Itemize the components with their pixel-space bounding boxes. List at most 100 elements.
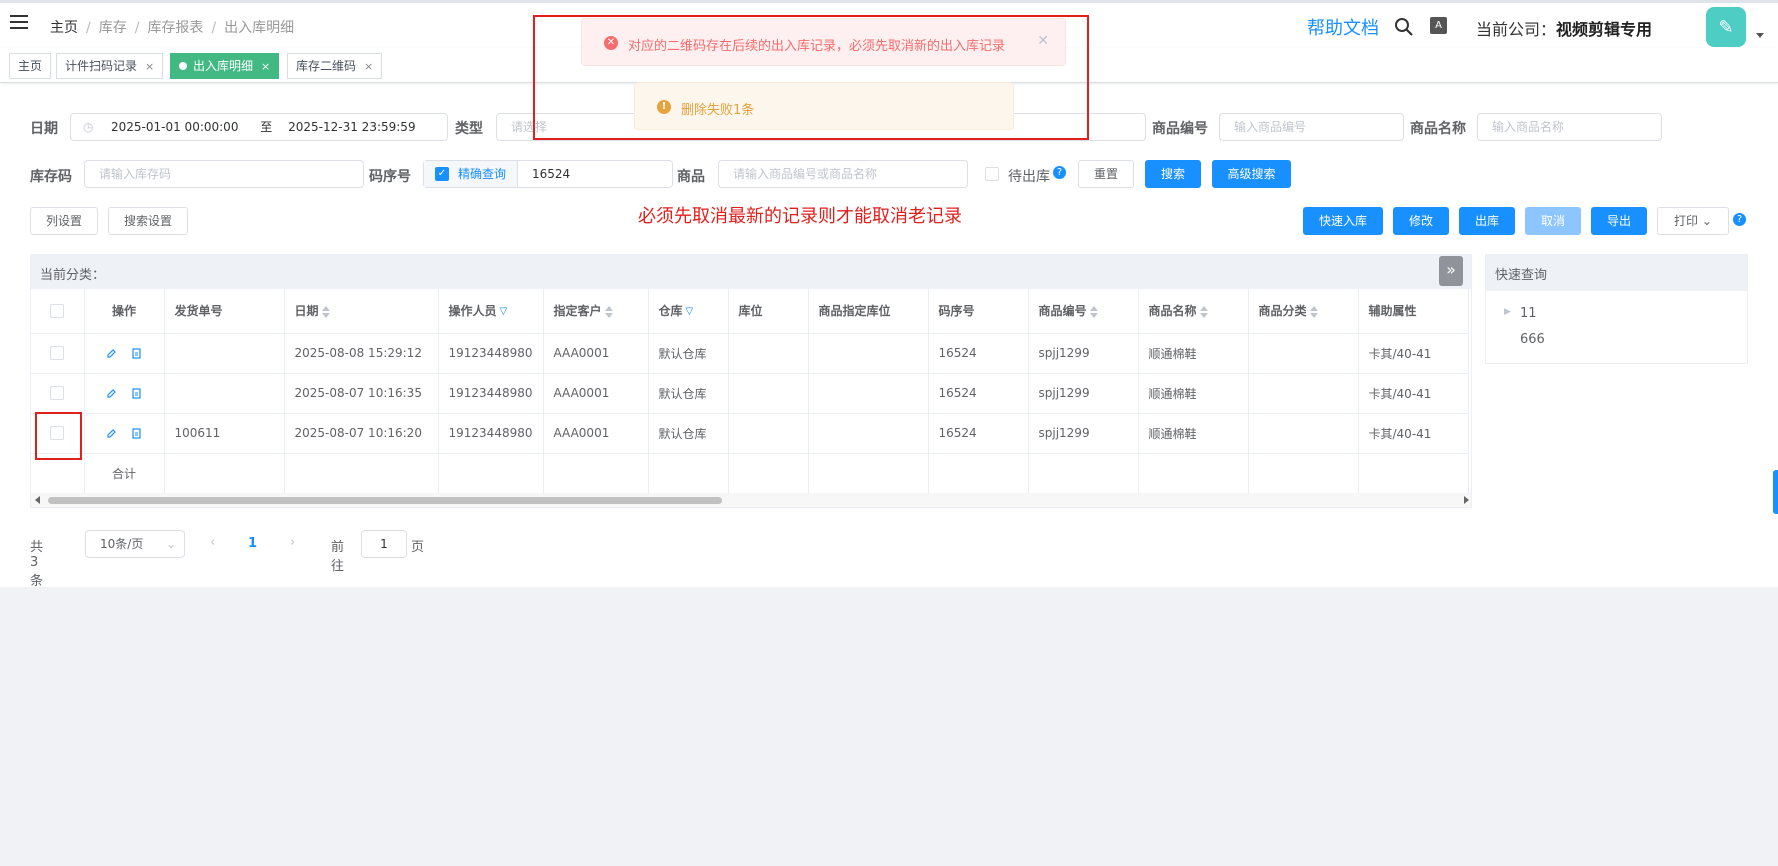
quick-query-panel: 快速查询 ▶ 11 666	[1485, 254, 1748, 364]
caret-down-icon[interactable]	[1756, 33, 1764, 38]
cell-assigned-location	[808, 373, 929, 414]
row-checkbox[interactable]	[50, 346, 65, 361]
quick-query-item[interactable]: 666	[1520, 332, 1545, 347]
quick-query-title: 快速查询	[1486, 255, 1747, 291]
sort-icon[interactable]	[321, 305, 330, 318]
side-drawer-handle[interactable]	[1773, 470, 1778, 514]
col-location: 库位	[728, 289, 809, 334]
help-docs-link[interactable]: 帮助文档	[1307, 14, 1379, 40]
row-checkbox[interactable]	[50, 386, 65, 401]
cell-product-name: 顺通棉鞋	[1138, 373, 1249, 414]
caret-right-icon[interactable]: ▶	[1504, 307, 1511, 317]
product-input[interactable]: 请输入商品编号或商品名称	[718, 160, 968, 188]
goto-page-input[interactable]: 1	[361, 530, 407, 558]
tag-home[interactable]: 主页	[9, 53, 52, 79]
outbound-button[interactable]: 出库	[1459, 207, 1515, 235]
col-date[interactable]: 日期	[284, 289, 439, 334]
table-row[interactable]: 2025-08-08 15:29:12 19123448980 AAA0001 …	[31, 333, 1469, 374]
filter-chevron-icon[interactable]: ▽	[686, 306, 694, 317]
cell-ship-no	[164, 373, 285, 414]
col-category[interactable]: 商品分类	[1248, 289, 1359, 334]
col-customer[interactable]: 指定客户	[543, 289, 649, 334]
scroll-left-icon[interactable]	[35, 496, 40, 504]
col-product-code[interactable]: 商品编号	[1028, 289, 1139, 334]
cell-category	[1248, 373, 1359, 414]
cell-product-name: 顺通棉鞋	[1138, 333, 1249, 374]
edit-button[interactable]: 修改	[1393, 207, 1449, 235]
translate-icon[interactable]: A	[1430, 17, 1447, 34]
table-row[interactable]: 2025-08-07 10:16:35 19123448980 AAA0001 …	[31, 373, 1469, 414]
filter-chevron-icon[interactable]: ▽	[500, 306, 508, 317]
tag-piece-scan-records[interactable]: 计件扫码记录 ×	[56, 53, 164, 79]
column-settings-button[interactable]: 列设置	[30, 207, 98, 235]
advanced-search-button[interactable]: 高级搜索	[1212, 160, 1291, 188]
col-aux-attr: 辅助属性	[1358, 289, 1469, 334]
cell-location	[728, 413, 809, 454]
cell-aux-attr: 卡其/40-41	[1358, 413, 1469, 454]
breadcrumb-inventory[interactable]: 库存	[99, 20, 127, 36]
stock-code-input[interactable]: 请输入库存码	[84, 160, 364, 188]
help-icon[interactable]: ?	[1053, 166, 1066, 179]
cell-ship-no	[164, 333, 285, 374]
close-icon[interactable]: ×	[364, 60, 373, 73]
search-settings-button[interactable]: 搜索设置	[108, 207, 188, 235]
product-name-input[interactable]: 输入商品名称	[1477, 113, 1662, 141]
check-icon[interactable]: ✓	[435, 167, 449, 181]
document-icon[interactable]	[131, 348, 142, 359]
select-all-checkbox[interactable]	[50, 304, 65, 318]
exact-query-checkbox[interactable]: ✓ 精确查询	[424, 161, 518, 187]
serial-input[interactable]: 16524	[532, 161, 570, 187]
double-chevron-right-icon[interactable]: »	[1439, 256, 1463, 286]
edit-icon[interactable]	[106, 388, 117, 399]
avatar[interactable]: ✎	[1706, 7, 1746, 47]
cell-customer: AAA0001	[543, 373, 649, 414]
prev-page-icon[interactable]: ‹	[210, 535, 215, 550]
table-row[interactable]: 100611 2025-08-07 10:16:20 19123448980 A…	[31, 413, 1469, 454]
cell-category	[1248, 413, 1359, 454]
search-icon[interactable]	[1394, 17, 1414, 37]
tag-inventory-qrcode[interactable]: 库存二维码 ×	[287, 53, 383, 79]
sort-icon[interactable]	[1089, 305, 1098, 318]
export-button[interactable]: 导出	[1591, 207, 1647, 235]
col-operator[interactable]: 操作人员 ▽	[438, 289, 544, 334]
scroll-right-icon[interactable]	[1464, 496, 1469, 504]
menu-toggle-icon[interactable]	[10, 15, 28, 31]
page-size-select[interactable]: 10条/页 ⌄	[85, 530, 185, 558]
col-product-name[interactable]: 商品名称	[1138, 289, 1249, 334]
col-warehouse[interactable]: 仓库 ▽	[648, 289, 729, 334]
pending-outbound-checkbox[interactable]	[985, 167, 999, 181]
document-icon[interactable]	[131, 388, 142, 399]
date-range-picker[interactable]: ◷ 2025-01-01 00:00:00 至 2025-12-31 23:59…	[70, 113, 448, 141]
quick-query-item[interactable]: 11	[1520, 306, 1537, 321]
sort-icon[interactable]	[1309, 305, 1318, 318]
sort-icon[interactable]	[604, 305, 613, 318]
help-icon[interactable]: ?	[1733, 213, 1746, 226]
current-category: 当前分类：	[31, 255, 1471, 289]
breadcrumb-home[interactable]: 主页	[50, 20, 78, 36]
records-table: 当前分类： » 操作 发货单号 日期 操作人员 ▽ 指定客户 仓库 ▽ 库位 商品指…	[30, 254, 1472, 508]
select-all[interactable]	[31, 289, 85, 334]
edit-icon[interactable]	[106, 428, 117, 439]
edit-icon[interactable]	[106, 348, 117, 359]
sort-icon[interactable]	[1199, 305, 1208, 318]
current-page[interactable]: 1	[248, 536, 257, 551]
close-icon[interactable]: ×	[261, 60, 270, 73]
next-page-icon[interactable]: ›	[290, 535, 295, 550]
tag-inout-detail[interactable]: 出入库明细 ×	[170, 53, 280, 79]
quick-inbound-button[interactable]: 快速入库	[1303, 207, 1383, 235]
chevron-down-icon: ⌄	[1701, 214, 1712, 228]
breadcrumb-current: 出入库明细	[224, 20, 295, 36]
search-button[interactable]: 搜索	[1145, 160, 1201, 188]
breadcrumb-inventory-report[interactable]: 库存报表	[147, 20, 203, 36]
reset-button[interactable]: 重置	[1078, 160, 1134, 188]
horizontal-scrollbar[interactable]	[31, 493, 1471, 507]
chevron-down-icon: ⌄	[165, 537, 176, 551]
document-icon[interactable]	[131, 428, 142, 439]
print-button[interactable]: 打印 ⌄	[1657, 207, 1729, 235]
scrollbar-thumb[interactable]	[48, 497, 722, 504]
close-icon[interactable]: ×	[145, 60, 154, 73]
product-code-input[interactable]: 输入商品编号	[1219, 113, 1404, 141]
cell-warehouse: 默认仓库	[648, 333, 729, 374]
cancel-button[interactable]: 取消	[1525, 207, 1581, 235]
date-end: 2025-12-31 23:59:59	[288, 120, 416, 134]
